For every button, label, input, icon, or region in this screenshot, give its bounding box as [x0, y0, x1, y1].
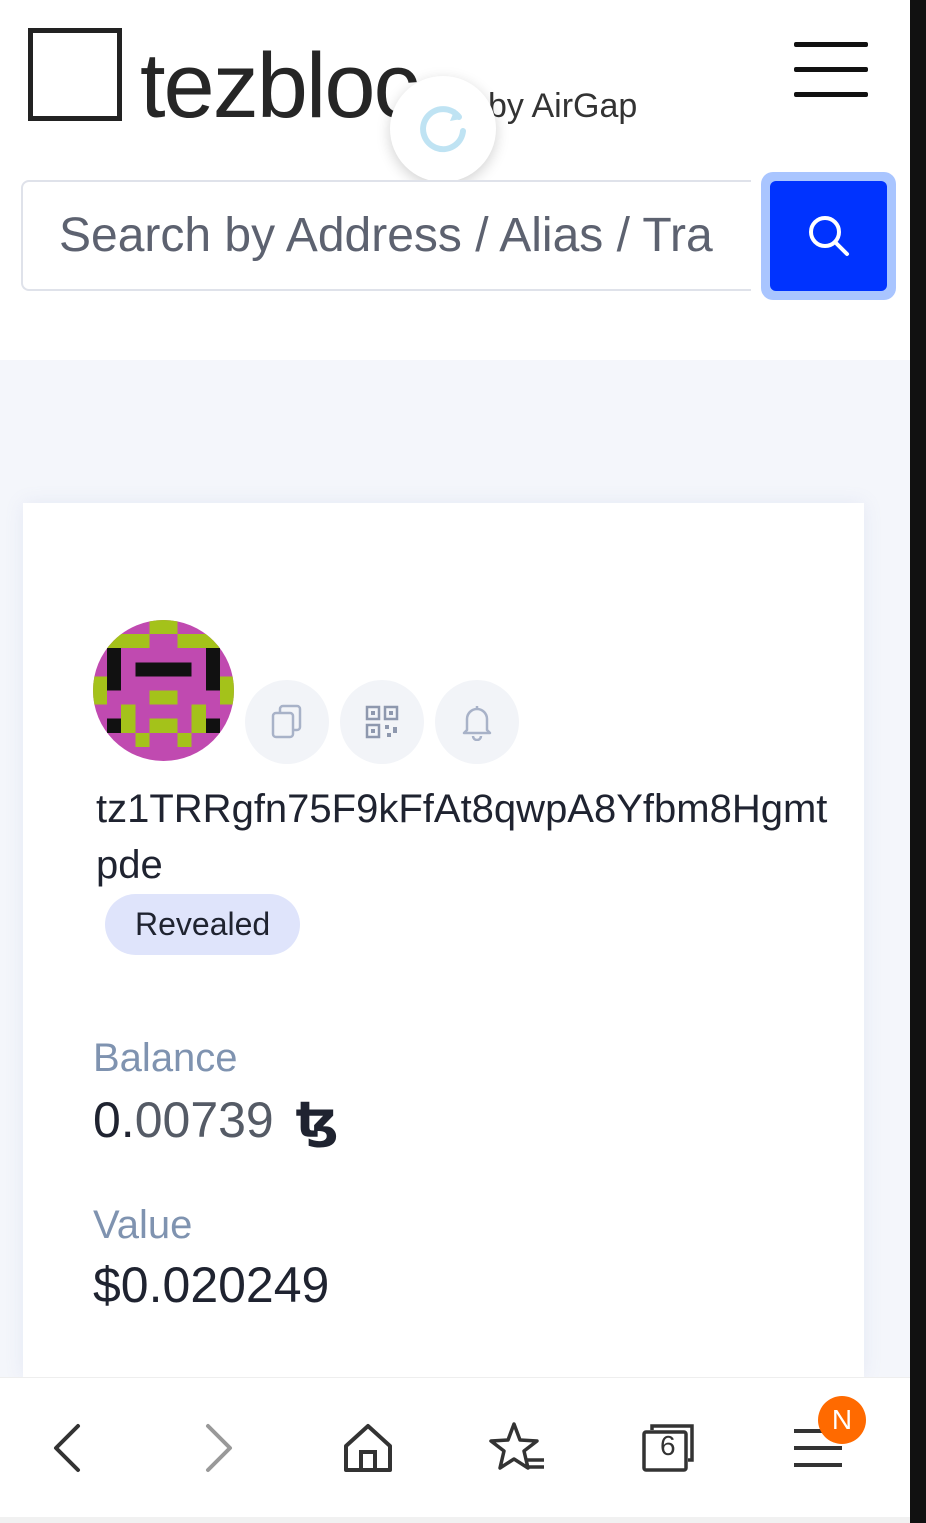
logo-square — [28, 28, 122, 121]
status-badge: Revealed — [105, 894, 301, 955]
search-button[interactable] — [761, 172, 896, 300]
tez-currency-symbol: ꜩ — [295, 1092, 339, 1148]
forward-icon — [206, 1424, 232, 1472]
bookmarks-button[interactable] — [473, 1408, 563, 1488]
search-icon — [808, 216, 849, 256]
home-icon — [344, 1424, 392, 1472]
menu-icon[interactable] — [794, 42, 868, 98]
account-avatar — [93, 620, 234, 761]
site-header: tezbloc by AirGap — [0, 0, 910, 360]
copy-icon — [271, 704, 302, 739]
notification-badge: N — [818, 1396, 866, 1444]
logo-suffix: by AirGap — [488, 87, 638, 125]
balance-value: 0.00739 ꜩ — [93, 1090, 339, 1150]
tab-count: 6 — [660, 1430, 676, 1461]
balance-integer: 0. — [93, 1092, 135, 1148]
fiat-value: $0.020249 — [93, 1257, 330, 1313]
loading-spinner-icon — [390, 76, 496, 182]
back-button[interactable] — [23, 1408, 113, 1488]
logo-text[interactable]: tezbloc — [140, 36, 419, 136]
main-content: tz1TRRgfn75F9kFfAt8qwpA8Yfbm8Hgmtpde Rev… — [0, 360, 910, 1377]
search-input[interactable] — [21, 180, 751, 291]
notifications-button[interactable] — [435, 680, 519, 764]
copy-address-button[interactable] — [245, 680, 329, 764]
forward-button[interactable] — [173, 1408, 263, 1488]
account-card: tz1TRRgfn75F9kFfAt8qwpA8Yfbm8Hgmtpde Rev… — [23, 503, 864, 1377]
bottom-strip — [0, 1517, 910, 1523]
qr-code-icon — [365, 705, 399, 739]
bookmarks-icon — [489, 1422, 544, 1470]
balance-label: Balance — [93, 1036, 238, 1080]
account-address[interactable]: tz1TRRgfn75F9kFfAt8qwpA8Yfbm8Hgmtpde — [96, 781, 836, 893]
tabs-button[interactable]: 6 — [623, 1408, 713, 1488]
back-icon — [54, 1424, 80, 1472]
browser-toolbar: 6 N — [0, 1377, 910, 1517]
home-button[interactable] — [323, 1408, 413, 1488]
balance-fraction: 00739 — [134, 1092, 274, 1148]
search-bar — [21, 172, 896, 300]
value-label: Value — [93, 1203, 193, 1247]
screen-edge — [910, 0, 926, 1523]
bell-icon — [462, 706, 492, 741]
qr-code-button[interactable] — [340, 680, 424, 764]
